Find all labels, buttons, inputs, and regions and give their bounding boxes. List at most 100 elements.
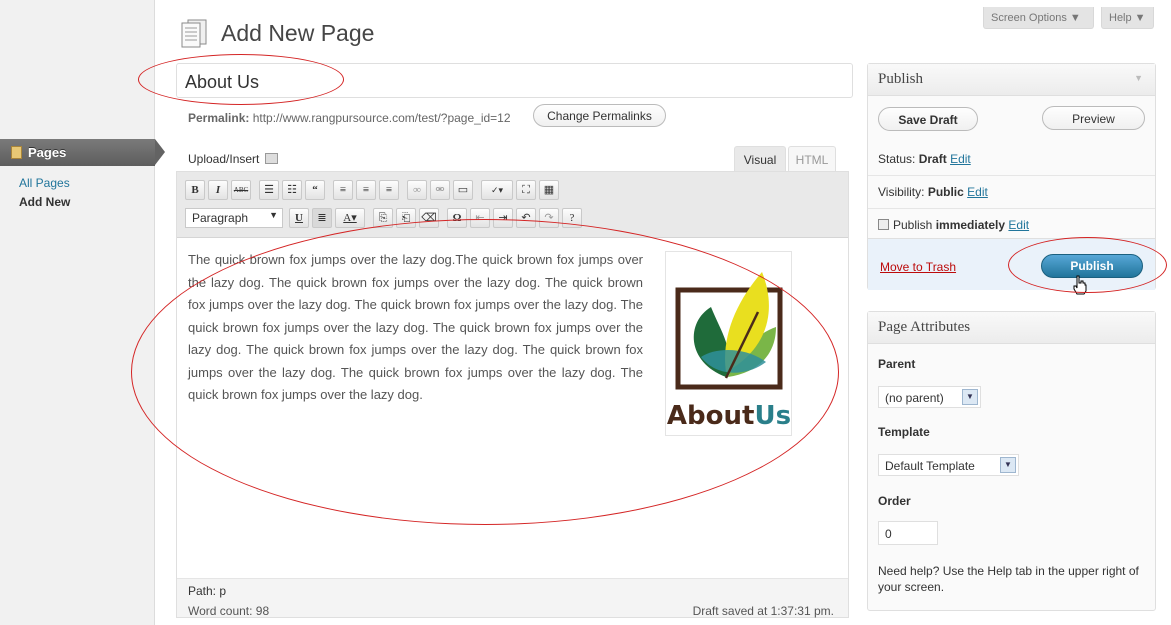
visibility-row: Visibility: Public Edit	[878, 185, 988, 199]
admin-menu: Pages All Pages Add New	[0, 0, 165, 625]
upload-media-icon[interactable]	[265, 153, 279, 164]
change-permalinks-button[interactable]: Change Permalinks	[533, 104, 666, 127]
publish-schedule-label: Publish	[893, 218, 933, 232]
format-select-value: Paragraph	[192, 211, 249, 225]
more-tag-icon[interactable]: ▭	[453, 180, 473, 200]
publish-button[interactable]: Publish	[1041, 254, 1143, 278]
underline-icon[interactable]: U	[289, 208, 309, 228]
page-attributes-header[interactable]: Page Attributes	[868, 312, 1155, 344]
word-count: Word count: 98	[188, 604, 270, 618]
menu-pages-bar	[0, 139, 155, 166]
template-label: Template	[878, 425, 930, 439]
editor-statusbar: Path: p Word count: 98 Draft saved at 1:…	[177, 578, 848, 618]
parent-select-value: (no parent)	[885, 391, 944, 405]
visibility-edit-link[interactable]: Edit	[967, 185, 988, 199]
page-title: Add New Page	[221, 20, 375, 46]
publish-box: Publish ▼ Save Draft Preview Status: Dra…	[867, 63, 1156, 295]
indent-icon[interactable]: ⇥	[493, 208, 513, 228]
order-input[interactable]: 0	[878, 521, 938, 545]
bullet-list-icon[interactable]: ☰	[259, 180, 279, 200]
tab-html[interactable]: HTML	[788, 146, 836, 172]
permalink-url[interactable]: http://www.rangpursource.com/test/?page_…	[253, 111, 511, 125]
eraser-icon[interactable]: ⌫	[419, 208, 439, 228]
numbered-list-icon[interactable]: ☷	[282, 180, 302, 200]
help-text: Need help? Use the Help tab in the upper…	[878, 564, 1139, 594]
publish-box-header[interactable]: Publish ▼	[868, 64, 1155, 96]
format-select[interactable]: Paragraph ▼	[185, 208, 283, 228]
chevron-down-icon: ▼	[962, 389, 978, 405]
align-center-icon[interactable]: ≡	[356, 180, 376, 200]
pages-icon	[11, 146, 22, 159]
justify-icon[interactable]: ≣	[312, 208, 332, 228]
help-button[interactable]: Help ▼	[1101, 7, 1154, 29]
template-select-value: Default Template	[885, 459, 975, 473]
page-title-icon	[181, 19, 207, 48]
special-char-icon[interactable]: Ω	[447, 208, 467, 228]
parent-select[interactable]: (no parent) ▼	[878, 386, 981, 408]
editor-toolbar: B I ABC ☰ ☷ “ ≡ ≡ ≡ ∞ ⚮ ▭ ✓▾ ⛶ ▦ Paragra…	[177, 172, 848, 238]
menu-pages[interactable]: Pages	[0, 139, 165, 166]
divider	[868, 175, 1155, 176]
publish-schedule-edit-link[interactable]: Edit	[1008, 218, 1029, 232]
status-label: Status:	[878, 152, 916, 166]
template-select[interactable]: Default Template ▼	[878, 454, 1019, 476]
publish-box-title: Publish	[878, 71, 924, 87]
menu-pages-arrow	[155, 139, 165, 165]
chevron-down-icon: ▼	[269, 210, 278, 220]
visibility-label: Visibility:	[878, 185, 925, 199]
editor-content[interactable]: The quick brown fox jumps over the lazy …	[188, 249, 643, 407]
redo-icon[interactable]: ↷	[539, 208, 559, 228]
about-us-image[interactable]: AboutUs	[665, 251, 792, 436]
link-icon[interactable]: ∞	[407, 180, 427, 200]
align-left-icon[interactable]: ≡	[333, 180, 353, 200]
draft-saved-status: Draft saved at 1:37:31 pm.	[692, 604, 834, 618]
blockquote-icon[interactable]: “	[305, 180, 325, 200]
about-us-logo-text: AboutUs	[667, 401, 791, 431]
save-draft-button[interactable]: Save Draft	[878, 107, 978, 131]
kitchen-sink-icon[interactable]: ▦	[539, 180, 559, 200]
sidebar-item-add-new[interactable]: Add New	[19, 195, 70, 209]
wp-admin-screen: Pages All Pages Add New Add New Page Scr…	[0, 0, 1171, 625]
editor-path: Path: p	[188, 584, 227, 598]
about-us-logo: AboutUs	[667, 272, 791, 431]
undo-icon[interactable]: ↶	[516, 208, 536, 228]
visibility-value: Public	[927, 185, 964, 199]
upload-insert-label: Upload/Insert	[188, 152, 260, 166]
strikethrough-icon[interactable]: ABC	[231, 180, 251, 200]
collapse-icon[interactable]: ▼	[1134, 73, 1143, 83]
status-edit-link[interactable]: Edit	[950, 152, 971, 166]
paste-text-icon[interactable]: ⎘	[373, 208, 393, 228]
outdent-icon[interactable]: ⇤	[470, 208, 490, 228]
calendar-icon	[878, 219, 889, 230]
text-color-icon[interactable]: A▾	[335, 208, 365, 228]
menu-pages-label: Pages	[28, 145, 67, 160]
unlink-icon[interactable]: ⚮	[430, 180, 450, 200]
upload-insert[interactable]: Upload/Insert	[188, 152, 279, 166]
publish-schedule-row: Publish immediately Edit	[878, 218, 1029, 232]
divider	[868, 208, 1155, 209]
cursor-hand-icon	[1073, 275, 1087, 295]
title-input-value: About Us	[185, 72, 260, 92]
help-icon[interactable]: ?	[562, 208, 582, 228]
italic-icon[interactable]: I	[208, 180, 228, 200]
publish-actions: Move to Trash Publish	[868, 238, 1155, 295]
title-input[interactable]: About Us	[176, 63, 853, 98]
publish-schedule-value: immediately	[935, 218, 1006, 232]
tab-visual[interactable]: Visual	[734, 146, 786, 172]
status-row: Status: Draft Edit	[878, 152, 971, 166]
align-right-icon[interactable]: ≡	[379, 180, 399, 200]
fullscreen-icon[interactable]: ⛶	[516, 180, 536, 200]
sidebar-item-all-pages[interactable]: All Pages	[19, 176, 70, 190]
page-attributes-box: Page Attributes Parent (no parent) ▼ Tem…	[867, 311, 1156, 611]
screen-options-button[interactable]: Screen Options ▼	[983, 7, 1094, 29]
content-editor: B I ABC ☰ ☷ “ ≡ ≡ ≡ ∞ ⚮ ▭ ✓▾ ⛶ ▦ Paragra…	[176, 171, 849, 618]
bold-icon[interactable]: B	[185, 180, 205, 200]
move-to-trash-link[interactable]: Move to Trash	[880, 260, 956, 274]
permalink: Permalink: http://www.rangpursource.com/…	[188, 111, 511, 125]
chevron-down-icon: ▼	[1000, 457, 1016, 473]
paste-word-icon[interactable]: ⎗	[396, 208, 416, 228]
spellcheck-icon[interactable]: ✓▾	[481, 180, 513, 200]
order-label: Order	[878, 494, 911, 508]
preview-button[interactable]: Preview	[1042, 106, 1145, 130]
permalink-label: Permalink:	[188, 111, 250, 125]
